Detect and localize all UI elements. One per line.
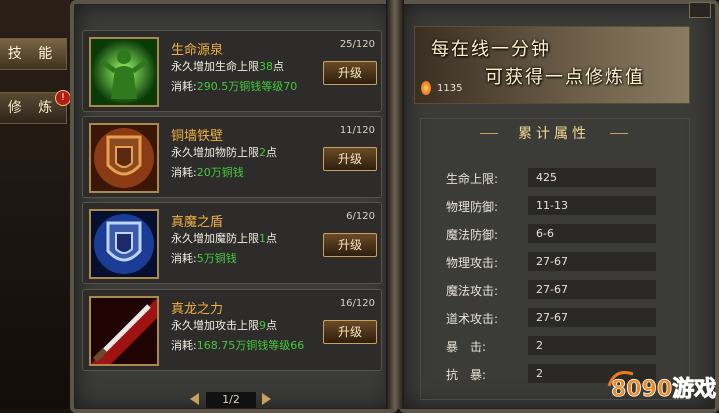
green-figure-icon <box>89 37 159 107</box>
stat-value: 2 <box>528 336 656 355</box>
skill-desc: 永久增加魔防上限1点 <box>171 232 277 245</box>
alert-badge: ! <box>55 90 71 106</box>
upgrade-button[interactable]: 升级 <box>323 147 377 171</box>
stat-label: 生命上限: <box>446 172 499 186</box>
skill-card: 铜墙铁壁 11/120 永久增加物防上限2点 消耗:20万铜钱 升级 <box>82 116 382 198</box>
skill-desc: 永久增加生命上限38点 <box>171 60 284 73</box>
upgrade-button[interactable]: 升级 <box>323 233 377 257</box>
stat-label: 物理攻击: <box>446 256 499 270</box>
upgrade-button[interactable]: 升级 <box>323 320 377 344</box>
skill-cost: 消耗:5万铜钱 <box>171 252 237 265</box>
skill-cost: 消耗:290.5万铜钱等级70 <box>171 80 298 93</box>
stat-value: 27-67 <box>528 252 656 271</box>
stat-label: 魔法防御: <box>446 228 499 242</box>
red-sword-icon <box>89 296 159 366</box>
tab-skills[interactable]: 技 能 <box>0 38 67 70</box>
skill-level: 16/120 <box>339 298 375 309</box>
skill-card: 真龙之力 16/120 永久增加攻击上限9点 消耗:168.75万铜钱等级66 … <box>82 289 382 371</box>
stat-value: 425 <box>528 168 656 187</box>
skill-cost: 消耗:20万铜钱 <box>171 166 244 179</box>
upgrade-button[interactable]: 升级 <box>323 61 377 85</box>
skill-desc: 永久增加攻击上限9点 <box>171 319 277 332</box>
skill-level: 25/120 <box>339 39 375 50</box>
skill-level: 11/120 <box>339 125 375 136</box>
stat-label: 道术攻击: <box>446 312 499 326</box>
skill-name: 真魔之盾 <box>171 215 224 230</box>
svg-text:8090游戏: 8090游戏 <box>611 376 716 402</box>
banner-line1: 每在线一分钟 <box>431 39 551 60</box>
banner-line2: 可获得一点修炼值 <box>485 67 645 88</box>
blue-shield-icon <box>89 209 159 279</box>
skill-card: 真魔之盾 6/120 永久增加魔防上限1点 消耗:5万铜钱 升级 <box>82 202 382 284</box>
site-watermark-logo: 8090游戏 <box>605 356 717 406</box>
flame-icon <box>421 81 431 95</box>
stat-label: 抗 暴: <box>446 368 487 382</box>
skill-desc: 永久增加物防上限2点 <box>171 146 277 159</box>
stat-label: 暴 击: <box>446 340 487 354</box>
stat-value: 6-6 <box>528 224 656 243</box>
stat-value: 27-67 <box>528 280 656 299</box>
stat-label: 物理防御: <box>446 200 499 214</box>
title-divider <box>480 133 498 134</box>
page-indicator: 1/2 <box>206 392 256 408</box>
stat-value: 27-67 <box>528 308 656 327</box>
stat-label: 魔法攻击: <box>446 284 499 298</box>
skill-cost: 消耗:168.75万铜钱等级66 <box>171 339 305 352</box>
title-divider <box>610 133 628 134</box>
skill-level: 6/120 <box>346 211 375 222</box>
bronze-shield-icon <box>89 123 159 193</box>
stats-title: 累计属性 <box>518 126 590 142</box>
skill-name: 铜墙铁壁 <box>171 129 224 144</box>
cultivation-banner: 每在线一分钟 可获得一点修炼值 1135 <box>414 26 690 104</box>
skill-card: 生命源泉 25/120 永久增加生命上限38点 消耗:290.5万铜钱等级70 … <box>82 30 382 112</box>
prev-page-arrow[interactable] <box>190 393 199 405</box>
close-button[interactable] <box>689 2 711 18</box>
cultivation-points: 1135 <box>437 83 463 94</box>
stat-value: 11-13 <box>528 196 656 215</box>
book-spine <box>386 0 404 409</box>
skill-name: 生命源泉 <box>171 43 224 58</box>
skill-name: 真龙之力 <box>171 302 224 317</box>
next-page-arrow[interactable] <box>262 393 271 405</box>
